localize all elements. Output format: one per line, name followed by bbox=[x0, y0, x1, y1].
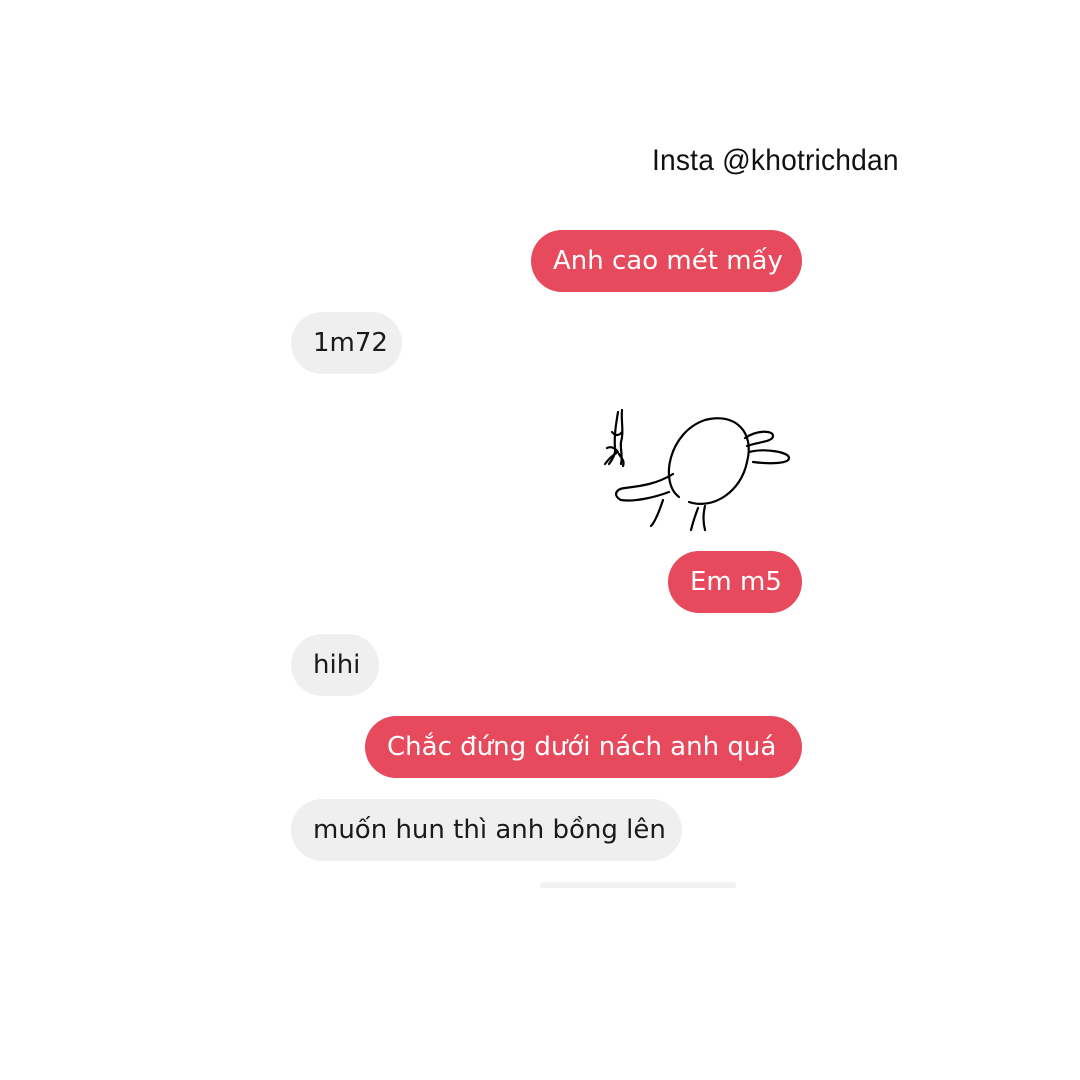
watermark-text: Insta @khotrichdan bbox=[652, 144, 899, 177]
message-bubble-sent[interactable]: Em m5 bbox=[668, 551, 802, 613]
message-bubble-received[interactable]: muốn hun thì anh bồng lên bbox=[291, 799, 682, 861]
chat-screenshot: Insta @khotrichdan Anh cao mét mấy 1m72 … bbox=[0, 0, 1080, 1080]
message-bubble-sent[interactable]: Chắc đứng dưới nách anh quá bbox=[365, 716, 802, 778]
message-bubble-sent[interactable]: Anh cao mét mấy bbox=[531, 230, 802, 292]
bunny-kiss-sticker-icon[interactable] bbox=[585, 402, 800, 534]
message-bubble-received[interactable]: hihi bbox=[291, 634, 379, 696]
message-bubble-received[interactable]: 1m72 bbox=[291, 312, 402, 374]
cropped-message-bubble bbox=[540, 882, 736, 888]
